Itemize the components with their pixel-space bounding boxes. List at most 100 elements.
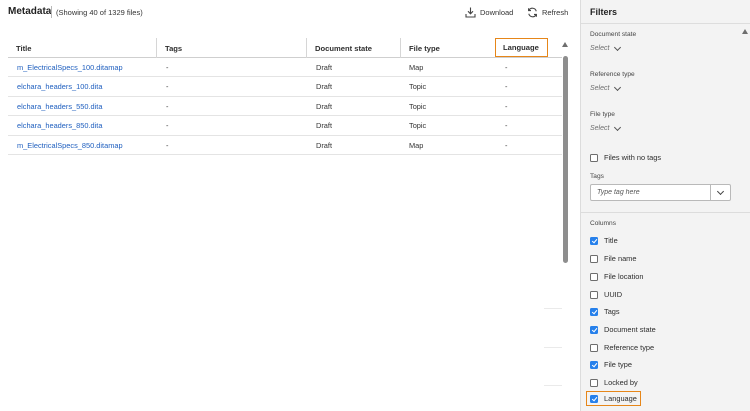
metadata-table: Title Tags Document state File type Lang… — [8, 38, 562, 155]
cell-document-state: Draft — [316, 121, 333, 131]
download-icon — [465, 7, 476, 18]
filters-title: Filters — [590, 7, 618, 17]
column-header-tags[interactable]: Tags — [156, 38, 306, 58]
download-label: Download — [480, 7, 514, 17]
cell-language: - — [505, 121, 508, 131]
table-row[interactable]: elchara_headers_850.dita - Draft Topic - — [8, 116, 562, 136]
table-scrollbar[interactable] — [562, 42, 570, 411]
checkbox-box[interactable] — [590, 290, 598, 299]
file-type-label: File type — [590, 111, 615, 118]
tags-label: Tags — [590, 173, 604, 180]
filters-header: Filters — [581, 0, 750, 24]
reference-type-value: Select — [590, 85, 610, 92]
cell-title-link[interactable]: m_ElectricalSpecs_100.ditamap — [17, 58, 123, 77]
cell-file-type: Topic — [409, 101, 427, 111]
scroll-up-icon[interactable] — [562, 42, 568, 47]
column-checkbox-uuid[interactable]: UUID — [590, 290, 622, 299]
checkbox-box[interactable] — [590, 153, 598, 162]
checkmark-icon[interactable] — [590, 394, 598, 403]
cell-file-type: Map — [409, 140, 424, 150]
table-header: Title Tags Document state File type Lang… — [8, 38, 562, 58]
chevron-down-icon — [716, 187, 725, 195]
tags-dropdown-button[interactable] — [710, 185, 730, 200]
filters-divider — [581, 212, 750, 213]
checkmark-icon[interactable] — [590, 325, 598, 334]
checkmark-icon[interactable] — [590, 236, 598, 245]
refresh-button[interactable]: Refresh — [527, 5, 568, 19]
cell-title-link[interactable]: m_ElectricalSpecs_850.ditamap — [17, 136, 123, 155]
cell-file-type: Topic — [409, 121, 427, 131]
column-checkbox-label: UUID — [604, 290, 623, 299]
refresh-icon — [527, 7, 538, 18]
tags-combobox[interactable] — [590, 184, 731, 201]
chevron-down-icon — [614, 43, 622, 51]
cell-document-state: Draft — [316, 82, 333, 92]
cell-language: - — [505, 140, 508, 150]
download-button[interactable]: Download — [465, 5, 513, 19]
column-checkbox-file-type[interactable]: File type — [590, 360, 632, 369]
cell-document-state: Draft — [316, 140, 333, 150]
reference-type-label: Reference type — [590, 71, 635, 78]
column-checkbox-reference-type[interactable]: Reference type — [590, 343, 654, 352]
checkmark-icon[interactable] — [590, 307, 598, 316]
cell-document-state: Draft — [316, 63, 333, 72]
files-no-tags-checkbox[interactable]: Files with no tags — [590, 153, 661, 162]
file-type-value: Select — [590, 125, 610, 132]
column-header-file-type[interactable]: File type — [400, 38, 494, 58]
column-checkbox-label: File location — [604, 272, 644, 281]
page-title: Metadata — [8, 6, 52, 17]
title-separator — [51, 6, 52, 18]
toolbar: Metadata (Showing 40 of 1329 files) Down… — [0, 0, 580, 24]
column-checkbox-label: Document state — [604, 325, 656, 334]
column-checkbox-label: File name — [604, 254, 637, 263]
column-header-title[interactable]: Title — [8, 38, 156, 58]
column-checkbox-label: Language — [604, 394, 637, 403]
column-header-language[interactable]: Language — [495, 38, 548, 57]
column-checkbox-tags[interactable]: Tags — [590, 307, 620, 316]
column-header-document-state[interactable]: Document state — [306, 38, 400, 58]
column-checkbox-label: Locked by — [604, 378, 638, 387]
cell-language: - — [505, 101, 508, 111]
column-checkbox-file-name[interactable]: File name — [590, 254, 636, 263]
checkmark-icon[interactable] — [590, 360, 598, 369]
column-checkbox-label: Reference type — [604, 343, 655, 352]
row-divider — [544, 308, 562, 309]
column-checkbox-locked-by[interactable]: Locked by — [590, 378, 638, 387]
column-checkbox-title[interactable]: Title — [590, 236, 618, 245]
scrollbar-thumb[interactable] — [563, 56, 568, 263]
checkbox-box[interactable] — [590, 343, 598, 352]
files-no-tags-label: Files with no tags — [604, 153, 662, 162]
filters-panel: Filters Document state Select Reference … — [580, 0, 750, 411]
row-divider — [544, 385, 562, 386]
cell-file-type: Topic — [409, 82, 427, 92]
document-state-select[interactable]: Select — [590, 43, 622, 52]
filters-scroll-up-icon[interactable] — [742, 29, 748, 34]
cell-language: - — [505, 63, 508, 72]
cell-tags: - — [166, 82, 169, 92]
cell-title-link[interactable]: elchara_headers_850.dita — [17, 116, 102, 135]
document-state-value: Select — [590, 45, 610, 52]
table-row[interactable]: m_ElectricalSpecs_850.ditamap - Draft Ma… — [8, 136, 562, 155]
table-row[interactable]: m_ElectricalSpecs_100.ditamap - Draft Ma… — [8, 58, 562, 78]
table-row[interactable]: elchara_headers_100.dita - Draft Topic - — [8, 77, 562, 97]
document-state-label: Document state — [590, 31, 637, 38]
tags-input[interactable] — [591, 185, 711, 200]
cell-title-link[interactable]: elchara_headers_100.dita — [17, 77, 102, 96]
file-type-select[interactable]: Select — [590, 123, 622, 132]
cell-tags: - — [166, 101, 169, 111]
metadata-view: Metadata (Showing 40 of 1329 files) Down… — [0, 0, 580, 411]
column-checkbox-document-state[interactable]: Document state — [590, 325, 656, 334]
column-checkbox-file-location[interactable]: File location — [590, 272, 643, 281]
chevron-down-icon — [614, 123, 622, 131]
column-checkbox-language[interactable]: Language — [586, 391, 641, 406]
checkbox-box[interactable] — [590, 254, 598, 263]
chevron-down-icon — [614, 83, 622, 91]
checkbox-box[interactable] — [590, 378, 598, 387]
table-row[interactable]: elchara_headers_550.dita - Draft Topic - — [8, 97, 562, 117]
cell-title-link[interactable]: elchara_headers_550.dita — [17, 97, 102, 116]
refresh-label: Refresh — [542, 7, 569, 17]
reference-type-select[interactable]: Select — [590, 83, 622, 92]
row-divider — [544, 347, 562, 348]
checkbox-box[interactable] — [590, 272, 598, 281]
cell-tags: - — [166, 63, 169, 72]
